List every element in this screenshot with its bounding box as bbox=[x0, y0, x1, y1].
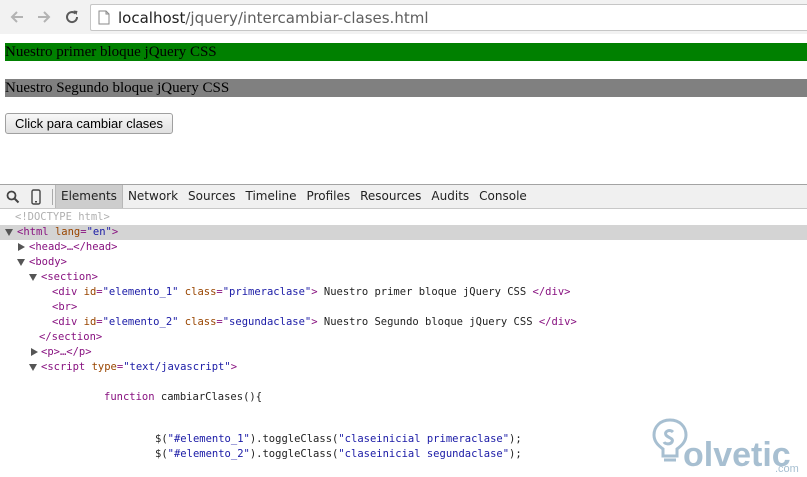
tab-network[interactable]: Network bbox=[123, 185, 183, 208]
collapse-triangle-icon[interactable] bbox=[17, 259, 25, 266]
script-type-value: "text/javascript" bbox=[123, 361, 231, 373]
back-arrow-icon bbox=[10, 11, 23, 23]
code-text: $( bbox=[155, 448, 168, 460]
cambiar-clases-button[interactable]: Click para cambiar clases bbox=[5, 113, 173, 134]
tab-profiles[interactable]: Profiles bbox=[302, 185, 356, 208]
div-tag: <div bbox=[52, 286, 78, 298]
devtools-tabbar: Elements Network Sources Timeline Profiles Re… bbox=[0, 185, 807, 209]
html-attr: lang bbox=[54, 226, 81, 238]
url-host: localhost bbox=[118, 9, 186, 27]
code-fn-name: cambiarClases(){ bbox=[154, 391, 263, 403]
page-icon bbox=[98, 10, 110, 25]
head-tag: <head>…</head> bbox=[29, 241, 118, 253]
code-keyword: function bbox=[104, 391, 155, 403]
script-type-attr: type bbox=[91, 361, 117, 373]
solvetic-watermark: olvetic .com bbox=[648, 412, 807, 477]
dom-line-body[interactable]: <body> bbox=[0, 255, 807, 270]
div-class-value: "segundaclase" bbox=[222, 316, 312, 328]
br-tag: <br> bbox=[52, 301, 78, 313]
tab-resources[interactable]: Resources bbox=[355, 185, 426, 208]
browser-toolbar: localhost/jquery/intercambiar-clases.htm… bbox=[0, 0, 807, 34]
div-id-value: "elemento_1" bbox=[102, 286, 179, 298]
code-text: $( bbox=[155, 433, 168, 445]
primer-bloque: Nuestro primer bloque jQuery CSS bbox=[5, 43, 807, 61]
dom-line-head[interactable]: <head>…</head> bbox=[0, 240, 807, 255]
script-tag: <script bbox=[41, 361, 86, 373]
code-string: "#elemento_1" bbox=[167, 433, 250, 445]
code-string: "#elemento_2" bbox=[167, 448, 250, 460]
tab-console[interactable]: Console bbox=[474, 185, 532, 208]
tab-sources[interactable]: Sources bbox=[183, 185, 240, 208]
div-id-attr: id bbox=[83, 316, 97, 328]
div-class-value: "primeraclase" bbox=[222, 286, 312, 298]
address-bar[interactable]: localhost/jquery/intercambiar-clases.htm… bbox=[90, 4, 807, 31]
collapse-triangle-icon[interactable] bbox=[29, 364, 37, 371]
watermark-domain: .com bbox=[775, 463, 799, 475]
dom-line-p[interactable]: <p>…</p> bbox=[0, 345, 807, 360]
code-line-function: function cambiarClases(){ bbox=[0, 390, 807, 405]
code-text: ).toggleClass( bbox=[249, 433, 339, 445]
div-text: Nuestro Segundo bloque jQuery CSS bbox=[317, 316, 533, 328]
collapse-triangle-icon[interactable] bbox=[29, 274, 37, 281]
div-close-tag: </div> bbox=[532, 286, 571, 298]
segundo-bloque: Nuestro Segundo bloque jQuery CSS bbox=[5, 79, 807, 97]
dom-line-div-elemento-1[interactable]: <div id="elemento_1" class="primeraclase… bbox=[0, 285, 807, 300]
doctype-text: <!DOCTYPE html> bbox=[15, 211, 110, 223]
forward-arrow-icon bbox=[38, 11, 51, 23]
code-string: "claseinicial primeraclase" bbox=[338, 433, 510, 445]
forward-button[interactable] bbox=[33, 6, 55, 28]
tabbar-divider bbox=[52, 189, 53, 205]
dom-line-html[interactable]: <html lang="en"> bbox=[0, 225, 807, 240]
dom-line-br[interactable]: <br> bbox=[0, 300, 807, 315]
page-viewport: Nuestro primer bloque jQuery CSS Nuestro… bbox=[0, 34, 807, 184]
p-tag: <p>…</p> bbox=[41, 346, 92, 358]
url-text: localhost/jquery/intercambiar-clases.htm… bbox=[118, 9, 429, 27]
search-icon[interactable] bbox=[6, 190, 20, 204]
div-class-attr: class bbox=[184, 286, 217, 298]
div-text: Nuestro primer bloque jQuery CSS bbox=[317, 286, 527, 298]
dom-line-section[interactable]: <section> bbox=[0, 270, 807, 285]
expand-triangle-icon[interactable] bbox=[31, 348, 38, 356]
div-id-attr: id bbox=[83, 286, 97, 298]
tab-audits[interactable]: Audits bbox=[426, 185, 474, 208]
code-text: ).toggleClass( bbox=[249, 448, 339, 460]
section-tag: <section> bbox=[41, 271, 98, 283]
code-string: "claseinicial segundaclase" bbox=[338, 448, 510, 460]
url-path: /jquery/intercambiar-clases.html bbox=[185, 9, 429, 27]
dom-line-section-close[interactable]: </section> bbox=[0, 330, 807, 345]
section-close-tag: </section> bbox=[39, 331, 103, 343]
div-id-value: "elemento_2" bbox=[102, 316, 179, 328]
div-tag: <div bbox=[52, 316, 78, 328]
reload-button[interactable] bbox=[61, 6, 83, 28]
expand-triangle-icon[interactable] bbox=[18, 243, 25, 251]
tab-elements[interactable]: Elements bbox=[55, 185, 123, 208]
dom-line-doctype[interactable]: <!DOCTYPE html> bbox=[0, 210, 807, 225]
code-text: ); bbox=[509, 433, 522, 445]
reload-icon bbox=[66, 10, 79, 24]
code-text: ); bbox=[509, 448, 522, 460]
tab-timeline[interactable]: Timeline bbox=[241, 185, 302, 208]
div-close-tag: </div> bbox=[538, 316, 577, 328]
dom-line-div-elemento-2[interactable]: <div id="elemento_2" class="segundaclase… bbox=[0, 315, 807, 330]
dom-line-script[interactable]: <script type="text/javascript"> bbox=[0, 360, 807, 375]
body-tag: <body> bbox=[29, 256, 67, 268]
back-button[interactable] bbox=[6, 6, 28, 28]
html-tag: <html bbox=[17, 226, 49, 238]
mobile-device-icon[interactable] bbox=[31, 189, 41, 205]
devtools-tabs: Elements Network Sources Timeline Profiles Re… bbox=[55, 185, 532, 209]
div-class-attr: class bbox=[184, 316, 217, 328]
html-attr-value: "en" bbox=[86, 226, 112, 238]
collapse-triangle-icon[interactable] bbox=[5, 229, 13, 236]
